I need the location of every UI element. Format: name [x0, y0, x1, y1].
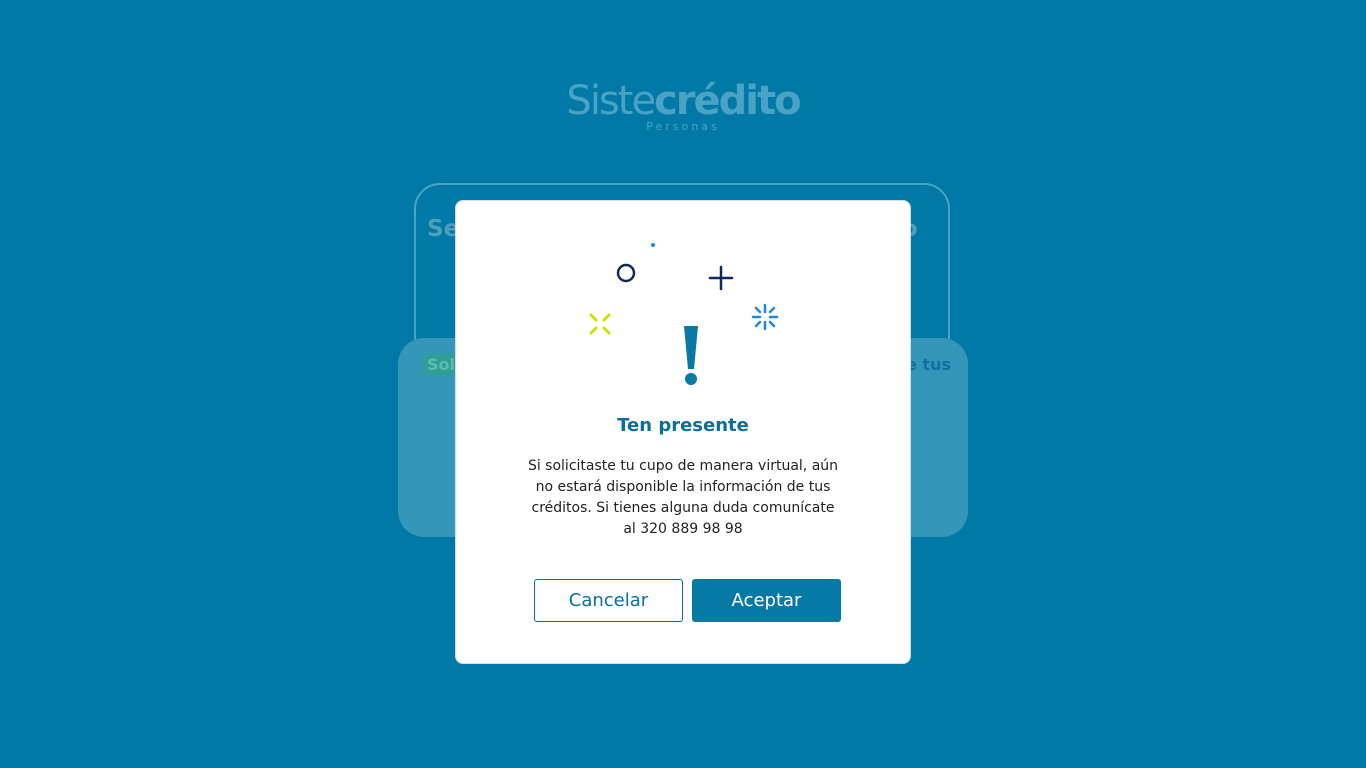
logo-subtitle: Personas: [646, 120, 720, 133]
background-card-text: e tus: [906, 355, 951, 374]
ring-icon: [616, 263, 636, 283]
dialog-message-line: créditos. Si tienes alguna duda comuníca…: [531, 500, 835, 516]
sistecredito-logo: Sistecrédito Personas: [0, 78, 1366, 133]
accept-button[interactable]: Aceptar: [692, 579, 841, 622]
plus-icon: [708, 265, 734, 291]
background-badge: Sol: [423, 354, 459, 375]
burst-blue-icon: [751, 303, 779, 331]
dialog-message-line: Si solicitaste tu cupo de manera virtual…: [527, 458, 839, 474]
exclamation-illustration: [589, 243, 779, 385]
dialog-message-line: al 320 889 98 98: [623, 521, 743, 537]
sparkle-yellow-icon: [589, 313, 611, 335]
dialog-message: Si solicitaste tu cupo de manera virtual…: [0, 456, 1366, 540]
dialog-title: Ten presente: [617, 415, 749, 436]
small-dot-icon: [651, 243, 655, 247]
dialog-message-line: no estará disponible la información de t…: [535, 479, 831, 495]
logo-wordmark: Sistecrédito: [0, 78, 1366, 124]
logo-wordmark-bold: crédito: [654, 78, 802, 124]
exclamation-icon: [684, 326, 698, 385]
logo-wordmark-light: Siste: [566, 78, 656, 124]
cancel-button[interactable]: Cancelar: [534, 579, 683, 622]
